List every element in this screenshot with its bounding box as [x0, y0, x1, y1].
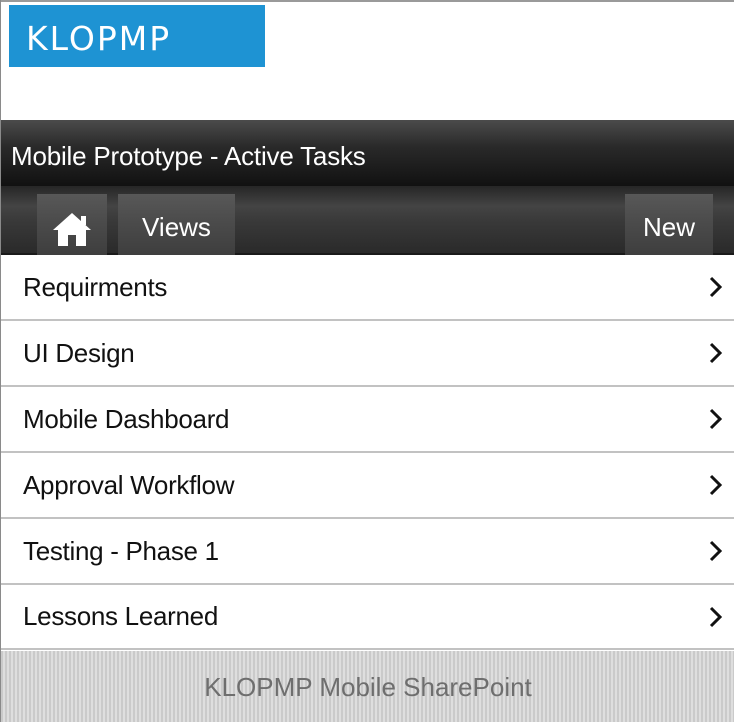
list-item-label: Approval Workflow — [23, 469, 235, 500]
views-button[interactable]: Views — [118, 194, 235, 255]
new-button[interactable]: New — [625, 194, 713, 255]
list-item-label: Mobile Dashboard — [23, 403, 230, 434]
chevron-right-icon — [709, 606, 723, 627]
list-item-lessons-learned[interactable]: Lessons Learned — [1, 585, 734, 650]
list-item-label: Lessons Learned — [23, 601, 218, 631]
list-item-label: Testing - Phase 1 — [23, 535, 219, 566]
list-item-mobile-dashboard[interactable]: Mobile Dashboard — [1, 387, 734, 453]
chevron-right-icon — [709, 276, 723, 298]
logo: KLOPMP — [9, 5, 265, 67]
list-item-testing-phase-1[interactable]: Testing - Phase 1 — [1, 519, 734, 585]
nav-bar: Views New — [1, 186, 734, 255]
chevron-right-icon — [709, 342, 723, 364]
footer-text: KLOPMP Mobile SharePoint — [204, 672, 532, 702]
list-item-ui-design[interactable]: UI Design — [1, 321, 734, 387]
mobile-page: KLOPMP Mobile Prototype - Active Tasks V… — [0, 0, 734, 722]
chevron-right-icon — [709, 474, 723, 496]
title-bar: Mobile Prototype - Active Tasks — [1, 120, 734, 186]
logo-text: KLOPMP — [26, 18, 172, 58]
task-list: Requirments UI Design Mobile Dashboard A… — [1, 255, 734, 650]
home-icon — [53, 212, 91, 246]
list-item-label: UI Design — [23, 337, 135, 368]
chevron-right-icon — [709, 408, 723, 430]
page-title: Mobile Prototype - Active Tasks — [11, 140, 366, 171]
list-item-label: Requirments — [23, 271, 168, 302]
top-border — [1, 0, 734, 2]
chevron-right-icon — [709, 540, 723, 562]
home-button[interactable] — [37, 194, 107, 255]
list-item-requirments[interactable]: Requirments — [1, 255, 734, 321]
list-item-approval-workflow[interactable]: Approval Workflow — [1, 453, 734, 519]
footer: KLOPMP Mobile SharePoint — [1, 651, 734, 722]
